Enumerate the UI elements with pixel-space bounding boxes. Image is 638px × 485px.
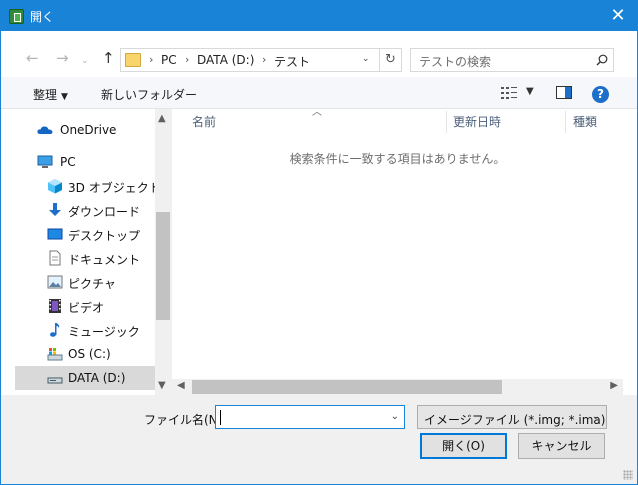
search-input[interactable]: テストの検索 <box>410 48 614 72</box>
cloud-icon <box>37 126 53 134</box>
open-file-dialog: 開く ✕ ← → ⌄ ↑ › PC › DATA (D:) › テスト ⌄ ↻ … <box>0 0 638 485</box>
picture-icon <box>47 275 63 289</box>
column-header-type[interactable]: 種類 <box>573 109 597 135</box>
organize-label: 整理 <box>33 88 58 102</box>
column-header-name[interactable]: 名前 <box>192 109 216 135</box>
window-title: 開く <box>30 10 55 24</box>
scrollbar-thumb[interactable] <box>156 212 170 320</box>
resize-grip-icon[interactable] <box>623 470 633 480</box>
column-separator[interactable] <box>565 111 566 133</box>
filetype-value: イメージファイル (*.img; *.ima) <box>424 413 606 427</box>
app-icon <box>9 9 24 24</box>
sidebar-item-desktop[interactable]: デスクトップ <box>15 222 155 246</box>
filetype-select[interactable]: イメージファイル (*.img; *.ima) ⌄ <box>417 405 607 429</box>
column-separator[interactable] <box>446 111 447 133</box>
scroll-left-icon[interactable]: ◀ <box>177 380 185 391</box>
sidebar-item-pictures[interactable]: ピクチャ <box>15 270 155 294</box>
open-button[interactable]: 開く(O) <box>420 433 507 459</box>
recent-locations-chevron-icon[interactable]: ⌄ <box>81 54 89 68</box>
sidebar-item-documents[interactable]: ドキュメント <box>15 246 155 270</box>
sidebar-item-music[interactable]: ミュージック <box>15 318 155 342</box>
new-folder-button[interactable]: 新しいフォルダー <box>101 86 197 103</box>
sidebar-item-3d-objects[interactable]: 3D オブジェクト <box>15 174 161 198</box>
sidebar-item-label: ドキュメント <box>68 253 141 267</box>
close-button[interactable]: ✕ <box>607 5 629 27</box>
breadcrumb-separator-icon[interactable]: › <box>185 53 189 66</box>
chevron-down-icon: ⌄ <box>591 411 600 422</box>
dialog-footer: ファイル名(N): ⌄ イメージファイル (*.img; *.ima) ⌄ 開く… <box>1 395 637 484</box>
computer-icon <box>37 155 53 168</box>
sort-ascending-icon: ︿ <box>312 107 322 118</box>
breadcrumb-separator-icon[interactable]: › <box>149 53 153 66</box>
sidebar-item-label: ミュージック <box>68 325 140 339</box>
sidebar-item-onedrive[interactable]: OneDrive <box>15 118 155 142</box>
sidebar-item-label: ピクチャ <box>68 277 116 291</box>
navigation-pane: OneDrive PC 3D オブジェクト ダウンロード デスクトップ ドキュメ… <box>15 109 172 395</box>
folder-icon <box>125 53 141 67</box>
view-options-icon[interactable] <box>501 87 517 99</box>
filename-history-dropdown-icon[interactable]: ⌄ <box>391 411 399 422</box>
column-header-date-modified[interactable]: 更新日時 <box>453 109 501 135</box>
scroll-down-icon[interactable]: ▼ <box>158 380 166 391</box>
search-placeholder: テストの検索 <box>419 55 492 69</box>
sidebar-item-label: PC <box>60 155 76 169</box>
title-bar: 開く ✕ <box>1 1 637 31</box>
address-dropdown-icon[interactable]: ⌄ <box>362 54 370 64</box>
help-icon[interactable]: ? <box>592 86 609 103</box>
refresh-icon[interactable]: ↻ <box>379 49 401 71</box>
drive-icon <box>47 348 63 361</box>
download-icon <box>49 203 61 216</box>
forward-arrow-icon[interactable]: → <box>56 51 69 66</box>
back-arrow-icon[interactable]: ← <box>26 51 39 66</box>
sidebar-item-label: デスクトップ <box>68 229 141 243</box>
cube-icon <box>48 179 62 194</box>
caret-down-icon: ▼ <box>61 92 68 102</box>
sidebar-item-label: DATA (D:) <box>68 371 126 385</box>
organize-button[interactable]: 整理 ▼ <box>33 86 68 103</box>
drive-icon <box>47 377 63 384</box>
file-list[interactable]: ︿ 名前 更新日時 種類 検索条件に一致する項目はありません。 <box>172 107 623 379</box>
text-cursor <box>220 410 221 425</box>
preview-pane-icon[interactable] <box>556 86 572 99</box>
sidebar-item-label: ビデオ <box>68 301 105 315</box>
breadcrumb-pc[interactable]: PC <box>161 53 177 67</box>
empty-message: 検索条件に一致する項目はありません。 <box>289 152 506 166</box>
filename-input[interactable]: ⌄ <box>215 405 405 429</box>
sidebar-item-label: OneDrive <box>60 123 117 137</box>
sidebar-item-pc[interactable]: PC <box>15 150 155 174</box>
sidebar-item-data-d[interactable]: DATA (D:) <box>15 366 155 390</box>
up-arrow-icon[interactable]: ↑ <box>102 51 115 66</box>
video-icon <box>49 299 61 313</box>
scrollbar-thumb[interactable] <box>192 380 502 394</box>
scroll-up-icon[interactable]: ▲ <box>158 113 166 124</box>
breadcrumb-separator-icon[interactable]: › <box>262 53 266 66</box>
sidebar-item-label: 3D オブジェクト <box>68 181 161 195</box>
scroll-right-icon[interactable]: ▶ <box>610 380 618 391</box>
music-icon <box>50 323 60 337</box>
sidebar-item-label: OS (C:) <box>68 347 111 361</box>
view-dropdown-icon[interactable]: ▼ <box>526 86 534 97</box>
sidebar-item-os-c[interactable]: OS (C:) <box>15 342 155 366</box>
sidebar-item-label: ダウンロード <box>68 205 141 219</box>
address-bar[interactable]: › PC › DATA (D:) › テスト ⌄ ↻ <box>120 48 402 72</box>
navigation-pane-scrollbar[interactable]: ▲ ▼ <box>155 109 172 395</box>
sidebar-item-videos[interactable]: ビデオ <box>15 294 155 318</box>
breadcrumb-test-folder[interactable]: テスト <box>274 53 310 70</box>
document-icon <box>49 250 61 266</box>
cancel-button[interactable]: キャンセル <box>518 433 605 459</box>
sidebar-item-downloads[interactable]: ダウンロード <box>15 198 155 222</box>
file-list-horizontal-scrollbar[interactable]: ◀ ▶ <box>172 379 623 395</box>
breadcrumb-data-drive[interactable]: DATA (D:) <box>197 53 254 67</box>
desktop-icon <box>47 228 63 240</box>
search-icon[interactable] <box>596 54 608 66</box>
